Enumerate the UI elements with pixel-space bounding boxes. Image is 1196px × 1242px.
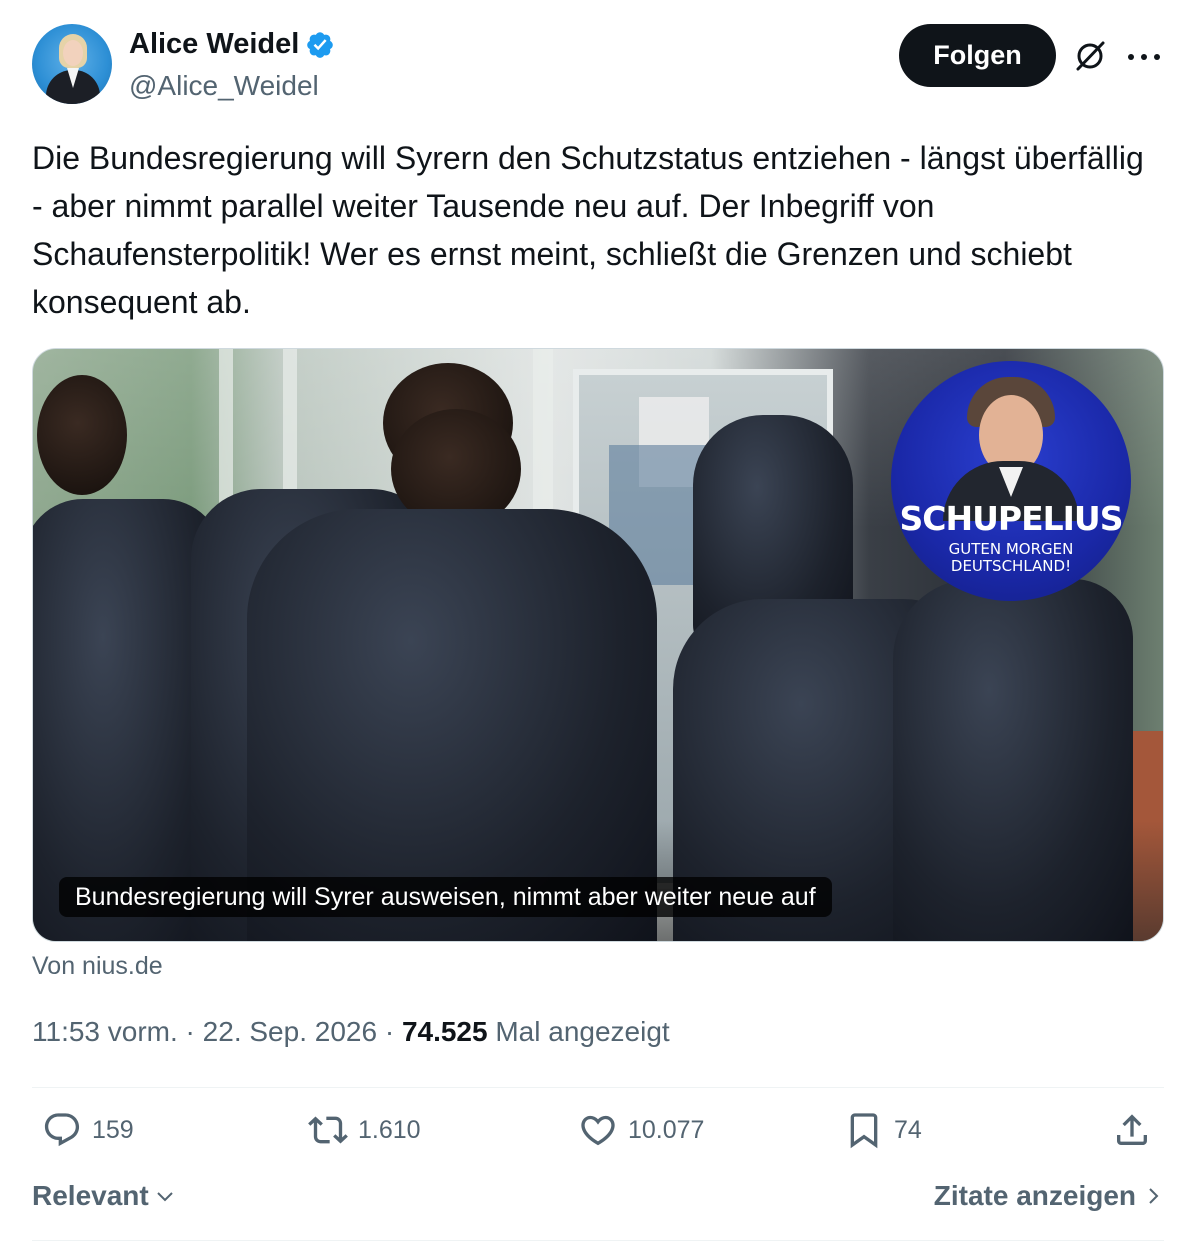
sort-label: Relevant — [32, 1180, 149, 1211]
repost-icon — [308, 1116, 348, 1144]
like-count: 10.077 — [628, 1115, 705, 1144]
like-button[interactable]: 10.077 — [578, 1110, 704, 1150]
bookmark-count: 74 — [894, 1115, 922, 1144]
views-label: Mal angezeigt — [495, 1016, 670, 1047]
grok-icon[interactable] — [1072, 38, 1108, 74]
repost-count: 1.610 — [358, 1115, 421, 1144]
verified-badge-icon — [307, 31, 334, 58]
reply-button[interactable]: 159 — [42, 1110, 134, 1150]
quotes-label: Zitate anzeigen — [933, 1180, 1136, 1211]
schupelius-badge: SCHUPELIUS GUTEN MORGEN DEUTSCHLAND! — [891, 361, 1131, 601]
heart-icon — [581, 1115, 615, 1146]
share-button[interactable] — [1112, 1110, 1152, 1150]
link-card-image[interactable]: SCHUPELIUS GUTEN MORGEN DEUTSCHLAND! Bun… — [32, 348, 1164, 942]
reply-icon — [44, 1113, 80, 1147]
bookmark-icon — [850, 1113, 878, 1149]
more-options-icon[interactable] — [1128, 52, 1160, 62]
follow-button[interactable]: Folgen — [899, 24, 1056, 87]
badge-title: SCHUPELIUS — [899, 499, 1124, 538]
reply-count: 159 — [92, 1115, 134, 1144]
tweet-meta: 11:53 vorm. · 22. Sep. 2026 · 74.525 Mal… — [32, 1016, 670, 1047]
tweet-time[interactable]: 11:53 vorm. — [32, 1016, 178, 1047]
reply-controls: Relevant Zitate anzeigen — [32, 1180, 1164, 1220]
author-handle[interactable]: @Alice_Weidel — [129, 70, 319, 102]
tweet-text: Die Bundesregierung will Syrern den Schu… — [32, 140, 1144, 320]
author-name-row[interactable]: Alice Weidel — [129, 28, 335, 61]
view-quotes-link[interactable]: Zitate anzeigen — [934, 1180, 1164, 1212]
avatar[interactable] — [32, 24, 112, 104]
share-icon — [1117, 1114, 1147, 1145]
tweet-header: Alice Weidel @Alice_Weidel Folgen — [32, 22, 1164, 106]
badge-subtitle: GUTEN MORGEN DEUTSCHLAND! — [948, 540, 1074, 575]
divider — [32, 1240, 1164, 1241]
repost-button[interactable]: 1.610 — [308, 1110, 421, 1150]
action-bar: 159 1.610 10.077 74 — [32, 1110, 1164, 1166]
bookmark-button[interactable]: 74 — [844, 1110, 922, 1150]
sort-dropdown[interactable]: Relevant — [32, 1180, 177, 1212]
chevron-right-icon — [1149, 1188, 1159, 1204]
chevron-down-icon — [157, 1192, 173, 1202]
link-card-caption[interactable]: Bundesregierung will Syrer ausweisen, ni… — [59, 877, 832, 917]
link-source[interactable]: Von nius.de — [32, 952, 163, 981]
views-count: 74.525 — [401, 1016, 488, 1047]
author-name[interactable]: Alice Weidel — [129, 28, 299, 61]
divider — [32, 1087, 1164, 1088]
tweet-date[interactable]: 22. Sep. 2026 — [203, 1016, 377, 1047]
